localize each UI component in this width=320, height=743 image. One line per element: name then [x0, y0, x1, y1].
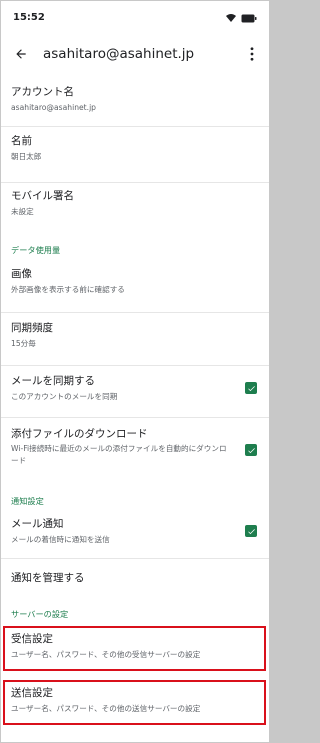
- email-notifications-item[interactable]: メール通知 メールの着信時に通知を送信: [1, 517, 269, 545]
- account-name-item[interactable]: アカウント名 asahitaro@asahinet.jp: [1, 85, 269, 113]
- manage-notifications-title: 通知を管理する: [11, 572, 85, 584]
- name-title: 名前: [11, 135, 32, 147]
- battery-icon: [241, 8, 257, 27]
- back-button[interactable]: [3, 37, 39, 71]
- section-header-notification-settings: 通知設定: [11, 496, 44, 506]
- download-attachments-item[interactable]: 添付ファイルのダウンロード Wi-Fi接続時に最近のメールの添付ファイルを自動的…: [1, 427, 269, 467]
- check-icon: [247, 528, 255, 534]
- status-bar: 15:52: [1, 1, 269, 33]
- divider: [1, 182, 269, 183]
- download-attachments-checkbox[interactable]: [245, 444, 257, 456]
- account-name-title: アカウント名: [11, 86, 74, 98]
- divider: [1, 312, 269, 313]
- more-options-button[interactable]: [239, 37, 265, 71]
- divider: [1, 417, 269, 418]
- section-header-server-settings: サーバーの設定: [11, 609, 69, 619]
- images-title: 画像: [11, 268, 32, 280]
- name-item[interactable]: 名前 朝日太郎: [1, 134, 269, 162]
- mobile-signature-item[interactable]: モバイル署名 未設定: [1, 189, 269, 217]
- check-icon: [247, 447, 255, 453]
- sync-mail-checkbox[interactable]: [245, 382, 257, 394]
- status-icons: [225, 8, 257, 27]
- divider: [1, 558, 269, 559]
- email-notifications-checkbox[interactable]: [245, 525, 257, 537]
- sync-frequency-item[interactable]: 同期頻度 15分毎: [1, 321, 269, 349]
- check-icon: [247, 385, 255, 391]
- divider: [1, 126, 269, 127]
- images-value: 外部画像を表示する前に確認する: [11, 285, 125, 294]
- app-bar: asahitaro@asahinet.jp: [1, 37, 269, 71]
- sync-mail-value: このアカウントのメールを同期: [11, 392, 118, 401]
- mobile-signature-value: 未設定: [11, 207, 34, 216]
- arrow-back-icon: [16, 49, 26, 59]
- more-vert-icon: [250, 47, 254, 61]
- name-value: 朝日太郎: [11, 152, 42, 161]
- divider: [1, 365, 269, 366]
- incoming-settings-highlight: [3, 626, 266, 671]
- app-title: asahitaro@asahinet.jp: [43, 46, 195, 62]
- sync-frequency-value: 15分毎: [11, 339, 36, 348]
- sync-mail-title: メールを同期する: [11, 375, 95, 387]
- email-notifications-title: メール通知: [11, 518, 64, 530]
- section-header-data-usage: データ使用量: [11, 245, 61, 255]
- images-item[interactable]: 画像 外部画像を表示する前に確認する: [1, 267, 269, 295]
- download-attachments-value: Wi-Fi接続時に最近のメールの添付ファイルを自動的にダウンロード: [11, 444, 227, 465]
- status-time: 15:52: [13, 11, 45, 23]
- sync-mail-item[interactable]: メールを同期する このアカウントのメールを同期: [1, 374, 269, 402]
- settings-screen: 15:52 asahitaro@asahinet.jp アカウント名 asahi…: [1, 1, 269, 742]
- outgoing-settings-highlight: [3, 680, 266, 725]
- download-attachments-title: 添付ファイルのダウンロード: [11, 428, 148, 440]
- account-name-value: asahitaro@asahinet.jp: [11, 103, 97, 112]
- wifi-icon: [225, 8, 237, 27]
- manage-notifications-item[interactable]: 通知を管理する: [1, 571, 269, 585]
- mobile-signature-title: モバイル署名: [11, 190, 74, 202]
- email-notifications-value: メールの着信時に通知を送信: [11, 535, 110, 544]
- sync-frequency-title: 同期頻度: [11, 322, 53, 334]
